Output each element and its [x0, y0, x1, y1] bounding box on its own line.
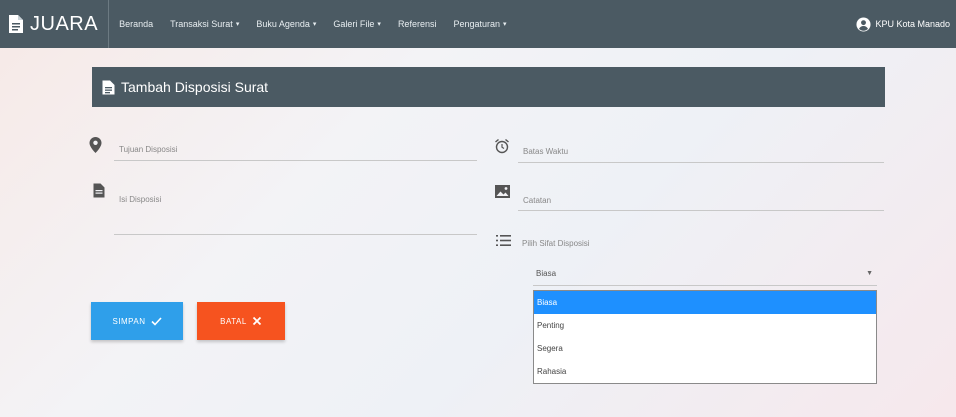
select-value: Biasa [536, 269, 557, 278]
save-button-label: SIMPAN [112, 316, 146, 326]
sifat-dropdown-list: Biasa Penting Segera Rahasia [533, 290, 877, 384]
nav-item-galeri-file[interactable]: Galeri File ▾ [333, 19, 381, 29]
file-icon [9, 15, 23, 33]
brand[interactable]: JUARA [0, 0, 110, 48]
tujuan-disposisi-input[interactable] [114, 160, 477, 161]
dropdown-option-biasa[interactable]: Biasa [534, 291, 876, 314]
dropdown-option-rahasia[interactable]: Rahasia [534, 360, 876, 383]
check-icon [150, 316, 162, 326]
catatan-label: Catatan [523, 196, 552, 205]
chevron-down-icon: ▼ [866, 270, 873, 277]
user-menu[interactable]: KPU Kota Manado [856, 0, 950, 48]
nav-item-pengaturan[interactable]: Pengaturan ▾ [453, 19, 506, 29]
catatan-input[interactable] [518, 210, 884, 211]
nav-item-buku-agenda[interactable]: Buku Agenda ▾ [256, 19, 316, 29]
user-name: KPU Kota Manado [875, 19, 950, 29]
batas-waktu-input[interactable] [518, 162, 884, 163]
card-header: Tambah Disposisi Surat [92, 67, 885, 107]
save-button[interactable]: SIMPAN [91, 302, 183, 340]
file-icon [102, 80, 115, 94]
dropdown-option-penting[interactable]: Penting [534, 314, 876, 337]
nav-menu: Beranda Transaksi Surat ▾ Buku Agenda ▾ Ga… [119, 19, 523, 29]
list-icon [496, 235, 511, 246]
page-title: Tambah Disposisi Surat [121, 79, 269, 95]
sifat-disposisi-label: Pilih Sifat Disposisi [522, 239, 590, 248]
close-icon [252, 316, 261, 326]
chevron-down-icon: ▾ [377, 21, 381, 28]
map-marker-icon [89, 137, 102, 153]
user-circle-icon [856, 16, 871, 32]
tujuan-disposisi-label: Tujuan Disposisi [119, 145, 178, 154]
alarm-clock-icon [495, 138, 509, 154]
top-navbar: JUARA Beranda Transaksi Surat ▾ Buku Agen… [0, 0, 956, 48]
chevron-down-icon: ▾ [235, 21, 240, 28]
isi-disposisi-label: Isi Disposisi [119, 195, 162, 204]
cancel-button-label: BATAL [220, 316, 247, 326]
chevron-down-icon: ▾ [312, 21, 317, 28]
isi-disposisi-textarea[interactable] [114, 234, 477, 235]
nav-item-transaksi-surat[interactable]: Transaksi Surat ▾ [170, 19, 239, 29]
image-icon [495, 185, 510, 198]
document-icon [93, 183, 105, 198]
nav-item-referensi[interactable]: Referensi [398, 19, 437, 29]
sifat-disposisi-select[interactable]: Biasa ▼ [533, 262, 877, 286]
chevron-down-icon: ▾ [503, 21, 507, 28]
batas-waktu-label: Batas Waktu [523, 147, 569, 156]
dropdown-option-segera[interactable]: Segera [534, 337, 876, 360]
nav-item-beranda[interactable]: Beranda [119, 19, 153, 29]
brand-name: JUARA [30, 12, 99, 35]
cancel-button[interactable]: BATAL [197, 302, 285, 340]
